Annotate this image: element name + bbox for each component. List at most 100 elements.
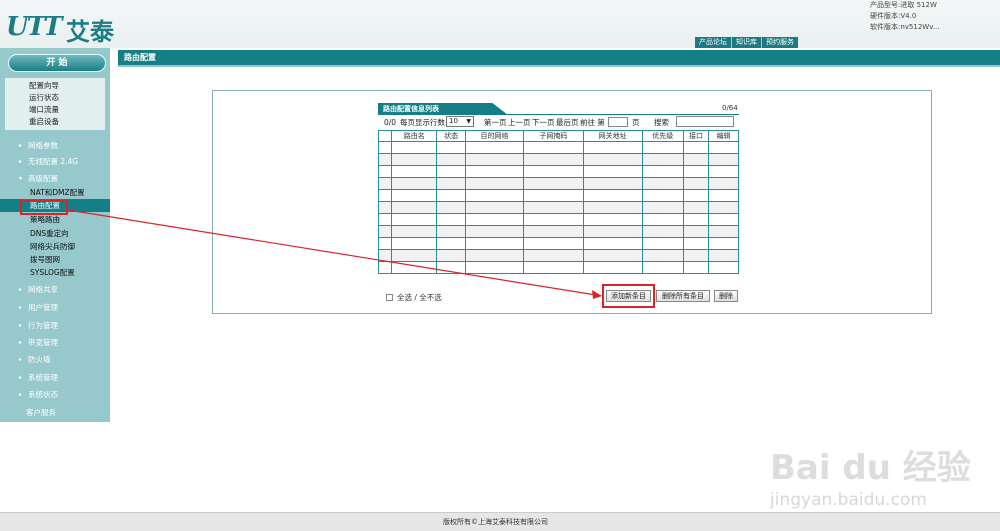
nav-service-link[interactable]: 预约服务 [762,37,798,48]
nav-forum-link[interactable]: 产品论坛 [695,37,732,48]
expand-arrow-icon: ▸ [19,356,23,363]
table-cell [582,237,643,250]
per-page-label: 每页显示行数 [400,118,445,127]
table-cell [464,189,525,202]
table-cell [582,177,643,190]
start-button[interactable]: 开 始 [8,54,106,72]
quick-links: 配置向导 运行状态 端口流量 重启设备 [5,78,105,130]
sub-item-dns-redirect[interactable]: DNS重定向 [0,227,110,240]
table-cell [523,189,584,202]
chevron-down-icon: ▼ [466,118,471,125]
table-cell [377,141,393,154]
sub-item-syslog[interactable]: SYSLOG配置 [0,266,110,279]
table-cell [682,261,710,274]
table-cell [391,165,438,178]
menu-network[interactable]: ▸ 网络参数 [0,138,110,153]
table-cell [391,225,438,238]
table-cell [391,201,438,214]
table-cell [582,201,643,214]
table-cell [708,189,739,202]
menu-bandwidth[interactable]: ▸ 带宽管理 [0,335,110,350]
goto-page-input[interactable] [608,117,628,127]
page-title: 路由配置 [124,53,156,62]
menu-firewall[interactable]: ▸ 防火墙 [0,352,110,367]
table-cell [682,201,710,214]
table-row [377,249,739,262]
sidebar: 开 始 配置向导 运行状态 端口流量 重启设备 ▸ 网络参数 ▸ 无线配置 2.… [0,48,110,422]
pager-position: 0/0 [384,118,397,127]
menu-behavior[interactable]: ▸ 行为管理 [0,318,110,333]
table-cell [464,213,525,226]
copyright-text: 版权所有©上海艾泰科技有限公司 [443,518,548,526]
header: UTT 艾泰 产品型号:进取 512W 硬件版本:V4.0 软件版本:nv512… [0,0,1000,48]
table-cell [464,201,525,214]
table-cell [523,141,584,154]
table-cell [464,153,525,166]
menu-customer-service[interactable]: 客户服务 [0,405,110,420]
table-cell [682,141,710,154]
model-info: 产品型号:进取 512W [870,1,937,9]
prev-page-link[interactable]: 上一页 [508,117,531,129]
quick-link-reboot[interactable]: 重启设备 [5,116,105,128]
table-cell [391,153,438,166]
table-cell [391,141,438,154]
table-cell [377,153,393,166]
first-page-link[interactable]: 第一页 [484,117,507,129]
table-cell [682,177,710,190]
table-cell [523,213,584,226]
table-cell [436,237,466,250]
menu-system-admin[interactable]: ▸ 系统管理 [0,370,110,385]
sub-item-nat-dmz[interactable]: NAT和DMZ配置 [0,186,110,199]
next-page-link[interactable]: 下一页 [532,117,555,129]
table-cell [464,165,525,178]
table-cell [391,177,438,190]
search-input[interactable] [676,116,734,127]
table-cell [708,201,739,214]
watermark-brand: Bai du 经验 [770,448,971,488]
table-header-row: 路由名 状态 目的网络 子网掩码 网关地址 优先级 接口 编辑 [377,130,739,142]
table-cell [436,153,466,166]
col-subnet-mask: 子网掩码 [523,130,584,142]
expand-arrow-icon: ▸ [19,339,23,346]
table-cell [641,225,684,238]
menu-sharing[interactable]: ▸ 网络共享 [0,282,110,297]
menu-system-status[interactable]: ▸ 系统状态 [0,387,110,402]
sub-item-dial[interactable]: 拨号图网 [0,253,110,266]
nav-knowledge-link[interactable]: 知识库 [732,37,762,48]
table-cell [436,165,466,178]
highlight-box-route-menu [20,200,68,215]
select-all[interactable]: 全选 / 全不选 [386,292,442,303]
table-cell [391,213,438,226]
table-cell [523,165,584,178]
quick-link-wizard[interactable]: 配置向导 [5,80,105,92]
entry-count: 0/64 [722,104,738,112]
table-cell [582,141,643,154]
quick-link-status[interactable]: 运行状态 [5,92,105,104]
goto-label: 前往 第 [580,118,605,127]
table-cell [464,237,525,250]
table-row [377,177,739,190]
table-cell [682,213,710,226]
table-cell [436,141,466,154]
select-all-checkbox[interactable] [386,294,393,301]
table-cell [436,189,466,202]
col-gateway: 网关地址 [582,130,643,142]
menu-wireless[interactable]: ▸ 无线配置 2.4G [0,154,110,169]
table-cell [682,249,710,262]
table-cell [641,237,684,250]
delete-button[interactable]: 删除 [714,290,738,302]
table-cell [464,261,525,274]
table-cell [641,213,684,226]
table-cell [464,249,525,262]
delete-all-button[interactable]: 删除所有条目 [656,290,710,302]
hardware-version: 硬件版本:V4.0 [870,12,917,20]
per-page-select[interactable]: 10 ▼ [446,116,474,127]
col-edit: 编辑 [708,130,739,142]
table-cell [708,153,739,166]
last-page-link[interactable]: 最后页 [556,117,579,129]
menu-users[interactable]: ▸ 用户管理 [0,300,110,315]
quick-link-traffic[interactable]: 端口流量 [5,104,105,116]
menu-advanced[interactable]: ▾ 高级配置 [0,171,110,186]
search-label: 搜索 [654,118,669,127]
sub-item-defense[interactable]: 网络尖兵防御 [0,240,110,253]
